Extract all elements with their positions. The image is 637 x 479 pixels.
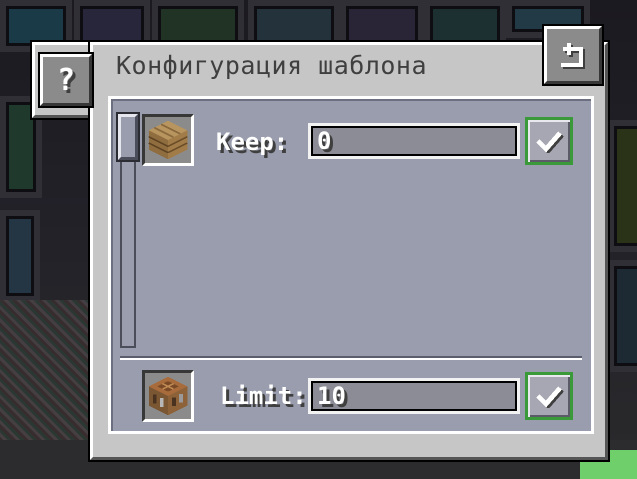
background-block <box>608 260 637 372</box>
background-block <box>0 210 40 302</box>
scrollbar-thumb[interactable] <box>116 112 140 162</box>
oak-planks-icon <box>148 120 188 160</box>
checkmark-icon <box>536 386 564 408</box>
limit-amount-input[interactable]: 10 <box>308 378 520 414</box>
limit-label: Limit: <box>220 382 307 410</box>
item-slot-keep <box>142 114 194 166</box>
help-icon: ? <box>56 62 76 98</box>
back-button[interactable] <box>542 24 604 86</box>
back-arrow-icon <box>561 43 585 69</box>
keep-label: Keep: <box>216 128 289 156</box>
window-title: Конфигурация шаблона <box>116 51 428 80</box>
help-button[interactable]: ? <box>38 52 94 108</box>
checkmark-icon <box>536 131 564 153</box>
background-block <box>608 120 637 252</box>
limit-confirm-button[interactable] <box>525 372 573 420</box>
keep-amount-input[interactable]: 0 <box>308 123 520 159</box>
crafting-table-icon <box>148 376 188 416</box>
keep-confirm-button[interactable] <box>525 117 573 165</box>
item-slot-limit <box>142 370 194 422</box>
section-divider <box>120 356 582 358</box>
